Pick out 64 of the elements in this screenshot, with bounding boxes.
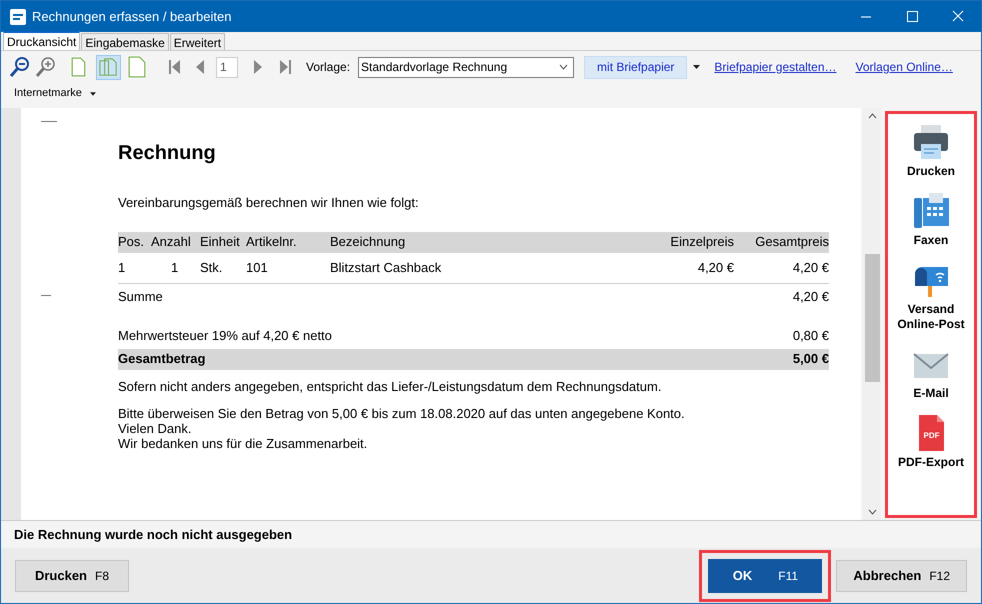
column-header: Pos. bbox=[118, 233, 146, 252]
column-header: Artikelnr. bbox=[246, 233, 298, 252]
table-cell-text: 101 bbox=[246, 258, 269, 277]
column-header: Bezeichnung bbox=[330, 233, 406, 252]
printer-icon[interactable] bbox=[911, 122, 951, 162]
next-page-icon[interactable] bbox=[252, 58, 264, 76]
fold-mark bbox=[41, 295, 51, 296]
table-cell-text: 4,20 € bbox=[696, 258, 734, 277]
dialog-button[interactable]: OK F11 bbox=[708, 558, 822, 592]
summary-value: 0,80 € bbox=[792, 326, 829, 345]
fold-mark bbox=[41, 121, 57, 122]
stamp-menu[interactable]: Internetmarke bbox=[14, 85, 82, 102]
zoom-in-icon[interactable] bbox=[35, 56, 57, 78]
dialog-button[interactable]: Drucken F8 bbox=[15, 560, 129, 592]
summary-value: 4,20 € bbox=[792, 288, 829, 306]
page-number-field[interactable]: 1 bbox=[216, 56, 238, 78]
action-label[interactable]: E-Mail bbox=[891, 386, 971, 401]
link[interactable]: Briefpapier gestalten… bbox=[714, 58, 836, 76]
closing-text: Wir bedanken uns für die Zusammenarbeit. bbox=[118, 436, 368, 451]
table-cell-text: 1 bbox=[118, 258, 126, 277]
total-label: Gesamtbetrag bbox=[118, 350, 206, 368]
fax-icon[interactable] bbox=[911, 191, 951, 231]
scroll-up-icon[interactable] bbox=[868, 113, 876, 119]
window-title: Rechnungen erfassen / bearbeiten bbox=[32, 8, 232, 26]
tab[interactable]: Druckansicht bbox=[3, 31, 80, 50]
intro-text: Vereinbarungsgemäß berechnen wir Ihnen wie folgt: bbox=[118, 194, 420, 212]
table-cell-text: 1 bbox=[170, 258, 180, 277]
action-label[interactable]: Versand Online-Post bbox=[891, 302, 971, 332]
template-label: Vorlage: bbox=[306, 59, 350, 76]
status-message: Die Rechnung wurde noch nicht ausgegeben bbox=[14, 526, 292, 544]
note-text: Sofern nicht anders angegeben, entspricht das Liefer-/Leistungsdatum dem Rechnungsdatum. bbox=[118, 378, 662, 396]
tab[interactable]: Erweitert bbox=[170, 33, 226, 50]
tab[interactable]: Eingabemaske bbox=[81, 33, 169, 50]
action-label[interactable]: PDF-Export bbox=[891, 455, 971, 470]
letterhead-button[interactable]: mit Briefpapier bbox=[584, 56, 688, 78]
closing-text: Vielen Dank. bbox=[118, 421, 192, 436]
column-header: Gesamtpreis bbox=[754, 233, 829, 252]
closing-text: Bitte überweisen Sie den Betrag von 5,00 € bis zum 18.08.2020 auf das unten angegebene Konto. bbox=[118, 406, 686, 421]
table-cell-text: Stk. bbox=[200, 258, 224, 277]
summary-label: Summe bbox=[118, 288, 163, 306]
table-cell-text: Blitzstart Cashback bbox=[330, 258, 442, 277]
scrollbar-thumb[interactable] bbox=[864, 254, 880, 382]
summary-label: Mehrwertsteuer 19% auf 4,20 € netto bbox=[118, 326, 332, 345]
table-cell-text: 4,20 € bbox=[792, 258, 829, 277]
caret-icon[interactable] bbox=[693, 65, 700, 69]
page-view-icon[interactable] bbox=[96, 54, 121, 80]
action-label[interactable]: Drucken bbox=[891, 164, 971, 179]
total-value: 5,00 € bbox=[792, 350, 829, 368]
scroll-down-icon[interactable] bbox=[868, 509, 876, 515]
zoom-out-icon[interactable] bbox=[9, 56, 31, 78]
previous-page-icon[interactable] bbox=[194, 58, 206, 76]
last-page-icon[interactable] bbox=[278, 58, 292, 76]
column-header: Anzahl bbox=[151, 233, 192, 252]
document-heading: Rechnung bbox=[118, 141, 217, 166]
app-icon bbox=[10, 8, 26, 24]
action-label[interactable]: Faxen bbox=[891, 233, 971, 248]
dialog-button[interactable]: Abbrechen F12 bbox=[836, 560, 967, 592]
chevron-down-icon bbox=[559, 64, 568, 70]
link[interactable]: Vorlagen Online… bbox=[856, 58, 953, 76]
first-page-icon[interactable] bbox=[168, 58, 182, 76]
column-header: Einheit bbox=[200, 233, 241, 252]
template-dropdown[interactable]: Standardvorlage Rechnung bbox=[358, 56, 574, 78]
caret-icon[interactable] bbox=[90, 92, 96, 96]
column-header: Einzelpreis bbox=[669, 233, 734, 252]
